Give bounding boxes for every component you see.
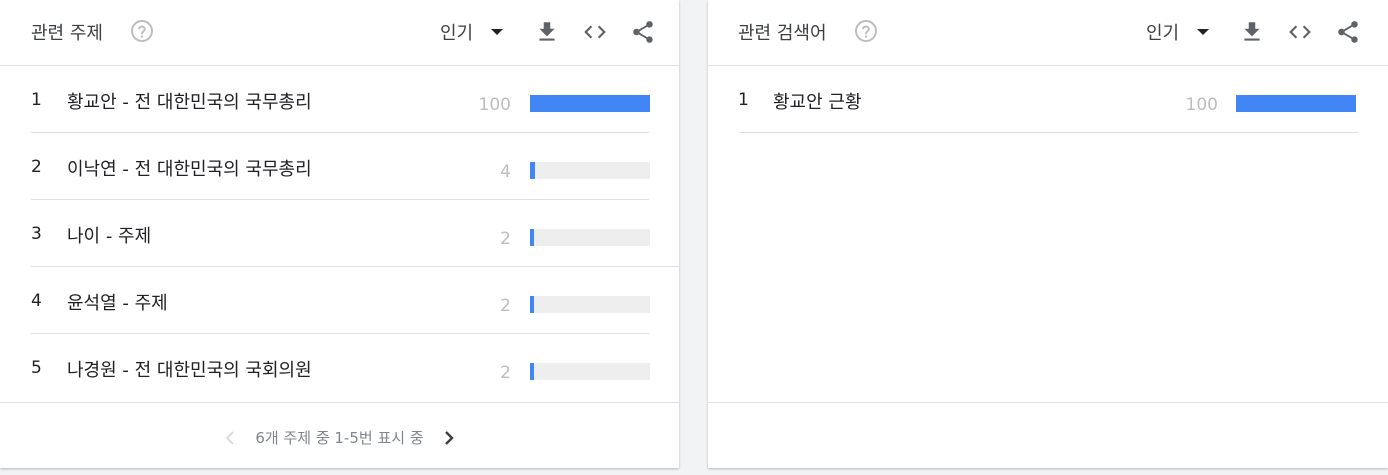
share-icon[interactable] xyxy=(1335,19,1361,45)
value-bar-track xyxy=(530,229,650,246)
value-bar-fill xyxy=(1236,95,1356,112)
list-item[interactable]: 4 윤석열 - 주제 2 xyxy=(0,267,679,334)
item-value: 100 xyxy=(1185,95,1218,115)
value-bar-fill xyxy=(530,363,534,380)
pagination: 6개 주제 중 1-5번 표시 중 xyxy=(0,427,679,448)
download-icon[interactable] xyxy=(534,19,560,45)
sort-dropdown[interactable]: 인기 xyxy=(1146,18,1210,46)
list-item[interactable]: 5 나경원 - 전 대한민국의 국회의원 2 xyxy=(0,334,679,402)
item-rank: 3 xyxy=(31,224,42,244)
card-footer: 6개 주제 중 1-5번 표시 중 xyxy=(0,402,679,469)
dropdown-arrow-icon xyxy=(1197,29,1210,35)
item-rank: 5 xyxy=(31,358,42,378)
item-value: 2 xyxy=(500,363,511,383)
help-icon[interactable] xyxy=(130,19,154,43)
list-item[interactable]: 1 황교안 - 전 대한민국의 국무총리 100 xyxy=(0,66,679,133)
help-icon[interactable] xyxy=(854,19,878,43)
value-bar-track xyxy=(530,363,650,380)
value-bar-track xyxy=(530,162,650,179)
item-label[interactable]: 이낙연 - 전 대한민국의 국무총리 xyxy=(67,155,312,181)
card-footer xyxy=(708,402,1388,469)
item-rank: 2 xyxy=(31,157,42,177)
item-value: 2 xyxy=(500,296,511,316)
sort-dropdown-label: 인기 xyxy=(440,23,474,44)
share-icon[interactable] xyxy=(630,19,656,45)
list-item[interactable]: 2 이낙연 - 전 대한민국의 국무총리 4 xyxy=(0,133,679,200)
sort-dropdown-label: 인기 xyxy=(1146,23,1180,44)
value-bar-fill xyxy=(530,229,534,246)
item-label[interactable]: 황교안 - 전 대한민국의 국무총리 xyxy=(67,88,312,114)
download-icon[interactable] xyxy=(1239,19,1265,45)
item-label[interactable]: 윤석열 - 주제 xyxy=(67,289,168,315)
item-label[interactable]: 황교안 근황 xyxy=(773,88,862,114)
value-bar-track xyxy=(1236,95,1356,112)
item-rank: 1 xyxy=(738,90,749,110)
card-title: 관련 주제 xyxy=(31,23,103,44)
list-item[interactable]: 1 황교안 근황 100 xyxy=(708,66,1388,133)
chevron-right-icon[interactable] xyxy=(442,430,456,446)
value-bar-track xyxy=(530,95,650,112)
item-value: 100 xyxy=(478,95,511,115)
item-label[interactable]: 나경원 - 전 대한민국의 국회의원 xyxy=(67,356,312,382)
card-header: 관련 검색어 인기 xyxy=(708,0,1388,66)
list-item[interactable]: 3 나이 - 주제 2 xyxy=(0,200,679,267)
item-rank: 4 xyxy=(31,291,42,311)
item-value: 4 xyxy=(500,162,511,182)
card-title: 관련 검색어 xyxy=(738,23,827,44)
divider xyxy=(739,132,1358,133)
related-queries-card: 관련 검색어 인기 1 황교안 근황 100 xyxy=(708,0,1388,468)
chevron-left-icon xyxy=(225,430,235,445)
dropdown-arrow-icon xyxy=(491,29,504,35)
related-topics-card: 관련 주제 인기 1 황교안 - 전 대한민국의 국무총리 100 2 이낙연 … xyxy=(0,0,679,468)
item-rank: 1 xyxy=(31,90,42,110)
item-value: 2 xyxy=(500,229,511,249)
embed-code-icon[interactable] xyxy=(1287,19,1313,45)
value-bar-fill xyxy=(530,95,650,112)
pagination-status: 6개 주제 중 1-5번 표시 중 xyxy=(255,429,424,447)
card-header: 관련 주제 인기 xyxy=(0,0,679,66)
value-bar-track xyxy=(530,296,650,313)
embed-code-icon[interactable] xyxy=(582,19,608,45)
value-bar-fill xyxy=(530,162,535,179)
sort-dropdown[interactable]: 인기 xyxy=(440,18,504,46)
item-label[interactable]: 나이 - 주제 xyxy=(67,222,151,248)
value-bar-fill xyxy=(530,296,534,313)
